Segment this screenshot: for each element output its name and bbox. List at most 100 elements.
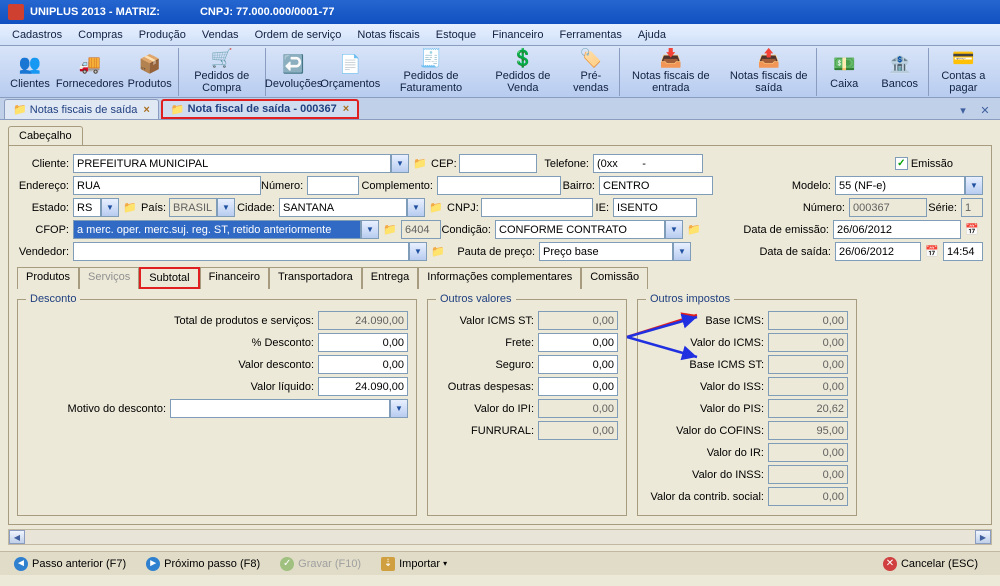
input-datasaida[interactable]	[835, 242, 921, 261]
subtab-entrega[interactable]: Entrega	[362, 267, 419, 289]
input-cnpj[interactable]	[481, 198, 593, 217]
menu-ordem-servico[interactable]: Ordem de serviço	[247, 26, 350, 44]
dropdown-pauta[interactable]: ▼	[673, 242, 691, 261]
dropdown-cidade[interactable]: ▼	[407, 198, 425, 217]
btn-gravar: ✓Gravar (F10)	[274, 555, 367, 573]
menu-ajuda[interactable]: Ajuda	[630, 26, 674, 44]
lookup-icon[interactable]: 📁	[685, 221, 703, 239]
tb-nf-saida[interactable]: 📤Notas fiscais de saída	[722, 48, 816, 96]
tb-devolucoes[interactable]: ↩️Devoluções	[265, 48, 322, 96]
input-cliente[interactable]	[73, 154, 391, 173]
btn-proximo-passo[interactable]: ►Próximo passo (F8)	[140, 555, 266, 573]
cart-icon: 🛒	[210, 49, 234, 69]
scroll-left-icon[interactable]: ◀	[9, 530, 25, 544]
tb-pre-vendas[interactable]: 🏷️Pré-vendas	[563, 48, 619, 96]
tb-pedidos-venda[interactable]: 💲Pedidos de Venda	[483, 48, 563, 96]
input-telefone[interactable]	[593, 154, 703, 173]
dropdown-cfop[interactable]: ▼	[361, 220, 379, 239]
input-modelo[interactable]	[835, 176, 965, 195]
input-bairro[interactable]	[599, 176, 713, 195]
input-numero[interactable]	[307, 176, 359, 195]
subtab-subtotal[interactable]: Subtotal	[139, 267, 199, 289]
tb-pedidos-compra[interactable]: 🛒Pedidos de Compra	[178, 48, 265, 96]
input-dataemissao[interactable]	[833, 220, 961, 239]
people-icon: 👥	[18, 52, 42, 76]
dropdown-motivo[interactable]: ▼	[390, 399, 408, 418]
tab-nf-saida-000367[interactable]: 📁 Nota fiscal de saída - 000367 ×	[161, 99, 359, 119]
input-complemento[interactable]	[437, 176, 561, 195]
input-cfop[interactable]	[73, 220, 361, 239]
lookup-icon[interactable]: 📁	[381, 221, 399, 239]
btn-cancelar[interactable]: ✕Cancelar (ESC)	[877, 555, 984, 573]
tb-nf-entrada[interactable]: 📥Notas fiscais de entrada	[619, 48, 722, 96]
input-seguro[interactable]	[538, 355, 618, 374]
dropdown-estado[interactable]: ▼	[101, 198, 119, 217]
tb-clientes[interactable]: 👥Clientes	[2, 48, 58, 96]
dropdown-condicao[interactable]: ▼	[665, 220, 683, 239]
lookup-icon[interactable]: 📁	[121, 199, 139, 217]
lookup-icon[interactable]: 📁	[427, 199, 445, 217]
subtab-transportadora[interactable]: Transportadora	[269, 267, 362, 289]
tb-produtos[interactable]: 📦Produtos	[122, 48, 178, 96]
tabs-menu-icon[interactable]: ▾	[954, 101, 972, 119]
subtab-comissao[interactable]: Comissão	[581, 267, 648, 289]
menu-financeiro[interactable]: Financeiro	[484, 26, 551, 44]
menu-compras[interactable]: Compras	[70, 26, 131, 44]
lbl-cidade: Cidade:	[235, 202, 279, 214]
input-cidade[interactable]	[279, 198, 407, 217]
input-frete[interactable]	[538, 333, 618, 352]
chk-emissao[interactable]: ✓	[895, 157, 908, 170]
tb-bancos[interactable]: 🏦Bancos	[872, 48, 928, 96]
btn-importar[interactable]: ⇣Importar▾	[375, 555, 453, 573]
btn-passo-anterior[interactable]: ◄Passo anterior (F7)	[8, 555, 132, 573]
input-ie[interactable]	[613, 198, 697, 217]
close-icon[interactable]: ×	[343, 103, 349, 115]
calendar-icon[interactable]: 📅	[923, 243, 941, 261]
input-vendedor[interactable]	[73, 242, 409, 261]
cnpj-title: CNPJ: 77.000.000/0001-77	[200, 6, 335, 18]
input-valor-desc[interactable]	[318, 355, 408, 374]
dropdown-modelo[interactable]: ▼	[965, 176, 983, 195]
input-cfop-code	[401, 220, 441, 239]
menu-ferramentas[interactable]: Ferramentas	[551, 26, 629, 44]
input-motivo[interactable]	[170, 399, 390, 418]
lbl-endereco: Endereço:	[17, 180, 73, 192]
input-horasaida[interactable]	[943, 242, 983, 261]
input-liquido[interactable]	[318, 377, 408, 396]
tb-contas-pagar[interactable]: 💳Contas a pagar	[928, 48, 998, 96]
menu-cadastros[interactable]: Cadastros	[4, 26, 70, 44]
scroll-right-icon[interactable]: ▶	[975, 530, 991, 544]
input-despesas[interactable]	[538, 377, 618, 396]
menu-estoque[interactable]: Estoque	[428, 26, 484, 44]
tb-fornecedores[interactable]: 🚚Fornecedores	[58, 48, 122, 96]
tabs-close-icon[interactable]: ✕	[976, 101, 994, 119]
cash-icon: 💵	[832, 52, 856, 76]
input-pauta[interactable]	[539, 242, 673, 261]
tb-orcamentos[interactable]: 📄Orçamentos	[322, 48, 380, 96]
lookup-icon[interactable]: 📁	[429, 243, 447, 261]
menu-vendas[interactable]: Vendas	[194, 26, 247, 44]
calendar-icon[interactable]: 📅	[963, 221, 981, 239]
horizontal-scrollbar[interactable]: ◀ ▶	[8, 529, 992, 545]
input-cep[interactable]	[459, 154, 537, 173]
lookup-icon[interactable]: 📁	[411, 155, 429, 173]
tb-pedidos-faturamento[interactable]: 🧾Pedidos de Faturamento	[379, 48, 483, 96]
tab-nf-saida-list[interactable]: 📁 Notas fiscais de saída ×	[4, 99, 159, 119]
subtab-produtos[interactable]: Produtos	[17, 267, 79, 289]
subtab-info-complementares[interactable]: Informações complementares	[418, 267, 581, 289]
subtab-financeiro[interactable]: Financeiro	[200, 267, 269, 289]
app-title: UNIPLUS 2013 - MATRIZ:	[30, 6, 160, 18]
dropdown-vendedor[interactable]: ▼	[409, 242, 427, 261]
truck-icon: 🚚	[78, 52, 102, 76]
dropdown-cliente[interactable]: ▼	[391, 154, 409, 173]
tb-caixa[interactable]: 💵Caixa	[816, 48, 872, 96]
menu-notas-fiscais[interactable]: Notas fiscais	[349, 26, 427, 44]
tab-cabecalho[interactable]: Cabeçalho	[8, 126, 83, 145]
menu-producao[interactable]: Produção	[131, 26, 194, 44]
folder-icon: 📁	[171, 103, 185, 116]
input-condicao[interactable]	[495, 220, 665, 239]
input-estado[interactable]	[73, 198, 101, 217]
close-icon[interactable]: ×	[143, 104, 149, 116]
input-endereco[interactable]	[73, 176, 261, 195]
input-pct-desc[interactable]	[318, 333, 408, 352]
